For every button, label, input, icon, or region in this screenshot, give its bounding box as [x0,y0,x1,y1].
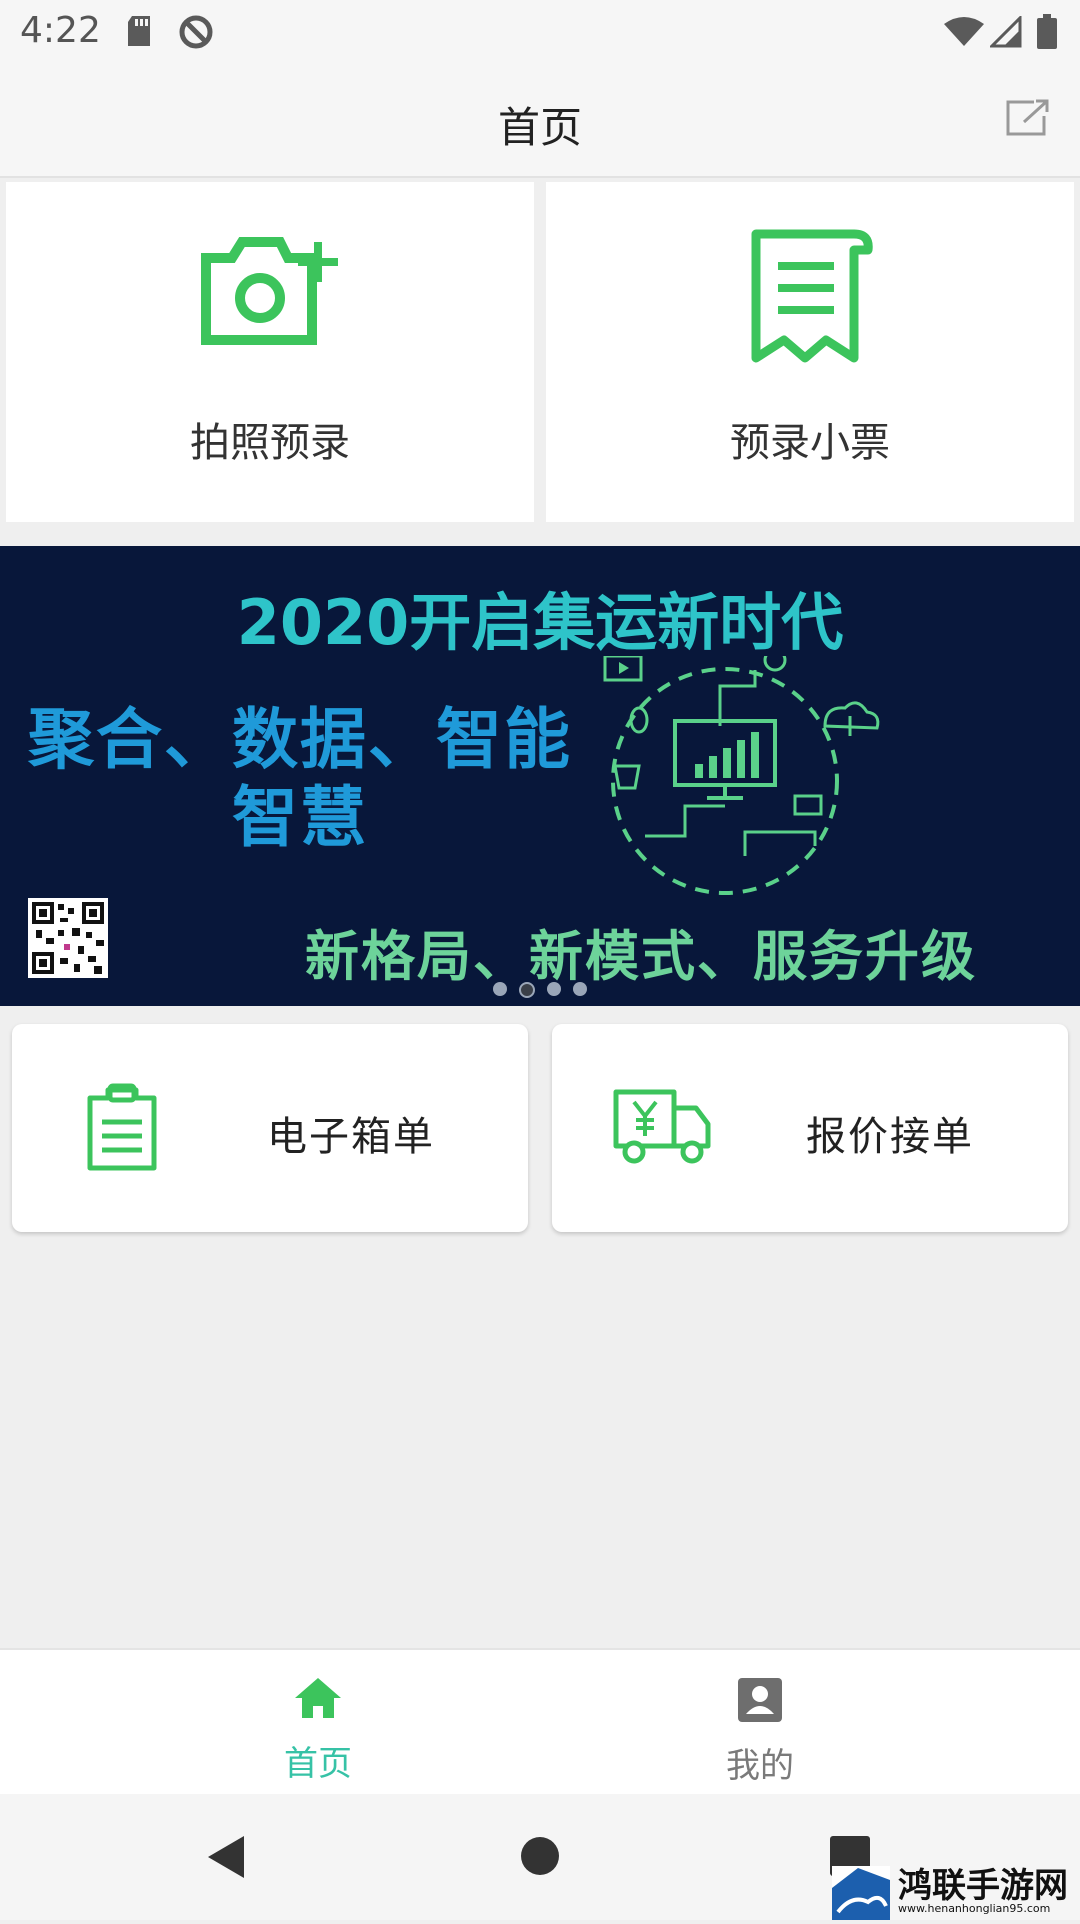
watermark-logo-icon [832,1866,890,1924]
watermark-title: 鸿联手游网 [898,1866,1068,1906]
qr-code [28,898,108,978]
banner-line2: 智慧 [232,779,368,856]
tile-receipt-prerecord[interactable]: 预录小票 [546,182,1074,522]
battery-icon [1036,14,1058,54]
tile-label: 拍照预录 [190,420,350,466]
share-icon[interactable] [1004,98,1050,144]
sd-card-icon [124,14,154,52]
delivery-truck-yuan-icon [612,1088,712,1168]
card-quote-order[interactable]: 报价接单 [552,1024,1068,1232]
tile-label: 预录小票 [730,420,890,466]
data-analytics-illustration [595,648,895,910]
banner-headline: 2020开启集运新时代 [236,586,844,659]
status-bar: 4:22 [0,0,1080,64]
card-electronic-packing-list[interactable]: 电子箱单 [12,1024,528,1232]
tile-photo-prerecord[interactable]: 拍照预录 [6,182,534,522]
status-time: 4:22 [20,10,101,51]
carousel-dot[interactable] [493,982,507,996]
card-label: 电子箱单 [267,1114,435,1160]
app-header: 首页 [0,64,1080,178]
nav-item-mine[interactable]: 我的 [490,1650,1030,1796]
home-circle-icon[interactable] [520,1836,560,1880]
banner-bottom-text: 新格局、新模式、服务升级 [305,925,977,988]
watermark-url: www.henanhonglian95.com [898,1902,1051,1915]
receipt-icon [744,222,876,370]
promo-banner[interactable]: 2020开启集运新时代 聚合、数据、智能 智慧 新格局、新模式、服务升级 [0,546,1080,1006]
do-not-disturb-icon [178,14,214,54]
page-title: 首页 [497,103,582,152]
wifi-icon [944,16,984,52]
bottom-navigation: 首页 我的 [0,1648,1080,1796]
carousel-indicator [0,982,1080,998]
carousel-dot-active[interactable] [519,982,535,998]
card-label: 报价接单 [806,1114,974,1160]
carousel-dot[interactable] [547,982,561,996]
account-box-icon [738,1678,782,1726]
watermark: 鸿联手游网 www.henanhonglian95.com [832,1862,1080,1920]
nav-label-mine: 我的 [726,1746,794,1786]
back-icon[interactable] [206,1834,246,1884]
clipboard-icon [84,1082,160,1176]
signal-icon [988,14,1022,52]
camera-plus-icon [200,236,340,350]
home-icon [293,1676,343,1724]
carousel-dot[interactable] [573,982,587,996]
